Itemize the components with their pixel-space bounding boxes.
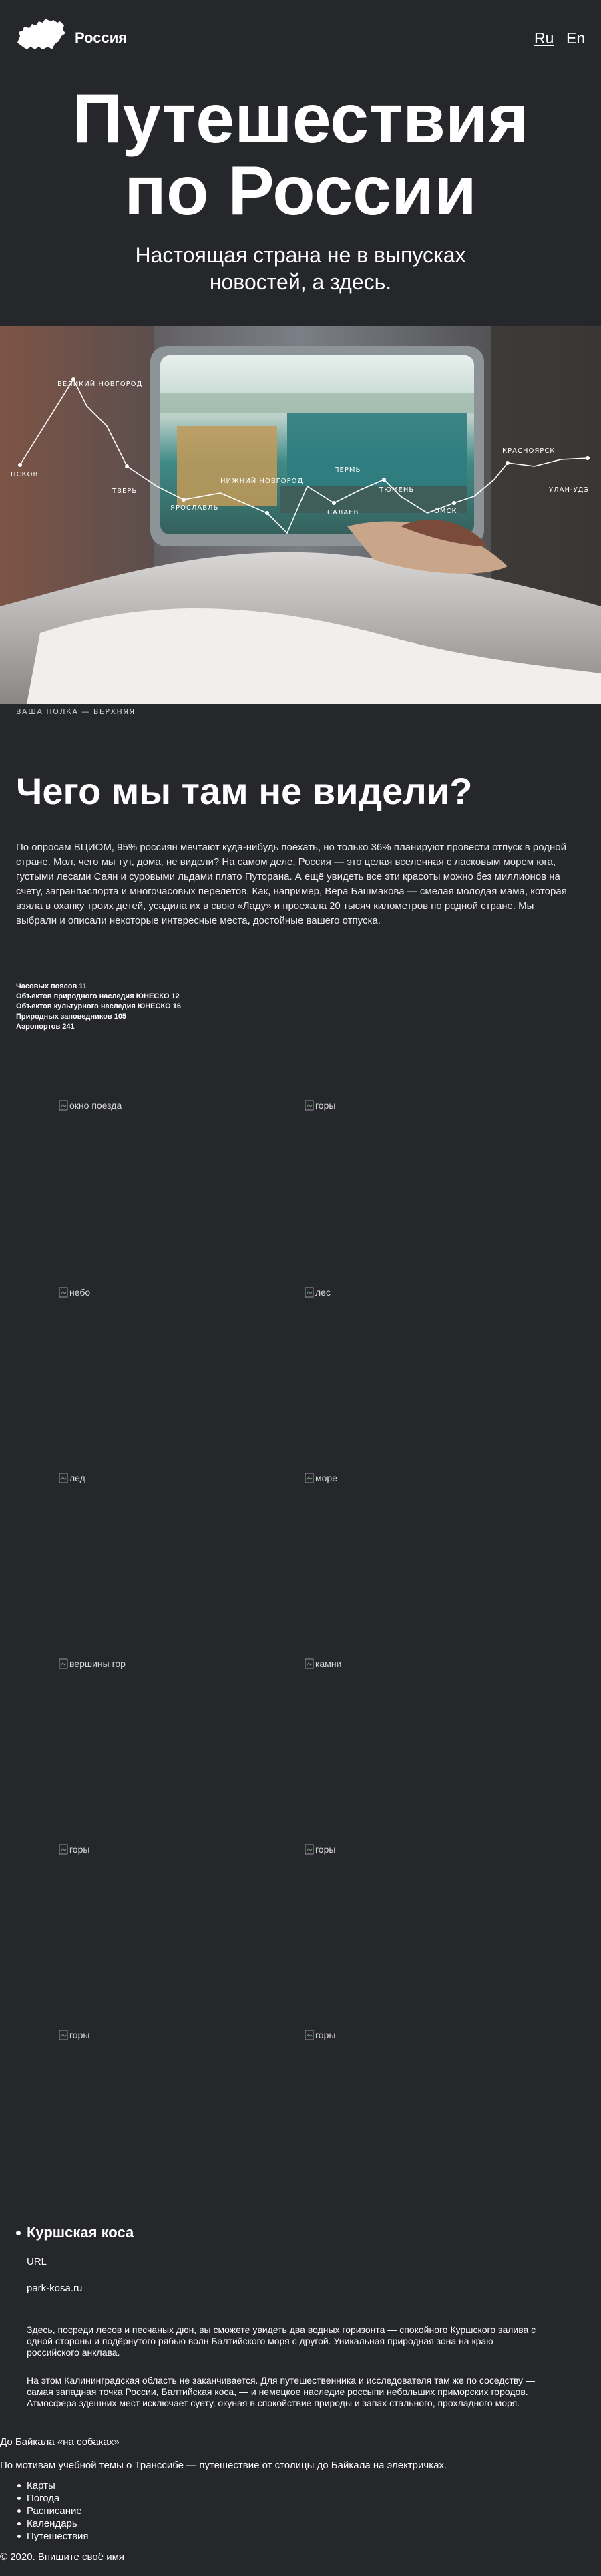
broken-image-icon (305, 1658, 314, 1669)
hero-title-line1: Путешествия (72, 80, 529, 158)
nav-item-travel[interactable]: Путешествия (17, 2530, 89, 2543)
broken-image-icon (59, 1100, 68, 1111)
broken-image-icon (305, 1100, 314, 1111)
broken-image-icon (305, 1473, 314, 1483)
route-label-9: КРАСНОЯРСК (502, 447, 555, 455)
gallery-image[interactable]: море (305, 1468, 505, 1488)
baikal-link[interactable]: До Байкала «на собаках» (0, 2436, 120, 2448)
place-url-link[interactable]: park-kosa.ru (27, 2283, 82, 2294)
gallery-image[interactable]: горы (305, 2025, 505, 2045)
section-title: Чего мы там не видели? (16, 770, 473, 812)
nav-item-weather[interactable]: Погода (17, 2492, 89, 2505)
route-label-6: САЛАЕВ (327, 509, 359, 516)
route-label-0: ПСКОВ (11, 471, 38, 478)
broken-image-icon (59, 1658, 68, 1669)
route-label-2: ТВЕРЬ (112, 488, 137, 495)
gallery-image[interactable]: горы (305, 1095, 505, 1115)
cover-caption: ВАША ПОЛКА — ВЕРХНЯЯ (16, 707, 136, 716)
place-description: Здесь, посреди лесов и песчаных дюн, вы … (27, 2324, 536, 2358)
place-title: Куршская коса (27, 2224, 134, 2241)
route-label-7: ТЮМЕНЬ (379, 486, 414, 494)
place-description-2: На этом Калининградская область не закан… (27, 2375, 535, 2408)
stat-item: Природных заповедников 105 (16, 1013, 127, 1021)
cover-image: ПСКОВ ВЕЛИКИЙ НОВГОРОД ТВЕРЬ ЯРОСЛАВЛЬ Н… (0, 326, 601, 704)
gallery-image[interactable]: горы (305, 1839, 505, 1859)
hero-title: Путешествия по России (0, 83, 601, 227)
route-label-3: ЯРОСЛАВЛЬ (170, 504, 218, 512)
nav-item-maps[interactable]: Карты (17, 2479, 89, 2492)
gallery-image[interactable]: горы (59, 1839, 259, 1859)
route-label-1: ВЕЛИКИЙ НОВГОРОД (57, 379, 142, 388)
gallery-image[interactable]: вершины гор (59, 1654, 259, 1674)
footer-copyright: © 2020. Впишите своё имя (0, 2551, 125, 2563)
stat-item: Объектов природного наследия ЮНЕСКО 12 (16, 992, 180, 1000)
route-label-10: УЛАН-УДЭ (549, 486, 589, 494)
gallery-image[interactable]: лес (305, 1282, 505, 1302)
route-label-5: ПЕРМЬ (334, 466, 361, 474)
nav-item-calendar[interactable]: Календарь (17, 2517, 89, 2530)
gallery-image[interactable]: небо (59, 1282, 259, 1302)
route-label-4: НИЖНИЙ НОВГОРОД (220, 476, 303, 485)
intro-paragraph: По опросам ВЦИОМ, 95% россиян мечтают ку… (16, 842, 567, 926)
hero-title-line2: по России (124, 152, 477, 230)
broken-image-icon (59, 2030, 68, 2040)
broken-image-icon (59, 1287, 68, 1298)
hero-subtitle: Настоящая страна не в выпусках новостей,… (135, 243, 466, 294)
place-url-label: URL (27, 2256, 47, 2267)
gallery-image[interactable]: лед (59, 1468, 259, 1488)
stat-item: Аэропортов 241 (16, 1023, 75, 1031)
stat-item: Часовых поясов 11 (16, 982, 87, 990)
broken-image-icon (305, 1287, 314, 1298)
footer-nav: Карты Погода Расписание Календарь Путеше… (17, 2479, 89, 2543)
site-header: Россия Ru En (0, 0, 601, 80)
lang-en-link[interactable]: En (566, 29, 585, 47)
gallery-image[interactable]: горы (59, 2025, 259, 2045)
nav-item-schedule[interactable]: Расписание (17, 2505, 89, 2517)
gallery-image[interactable]: окно поезда (59, 1095, 259, 1115)
russia-map-logo[interactable] (16, 16, 67, 55)
project-note: По мотивам учебной темы о Транссибе — пу… (0, 2460, 447, 2471)
broken-image-icon (305, 2030, 314, 2040)
broken-image-icon (59, 1473, 68, 1483)
stats-list: Часовых поясов 11 Объектов природного на… (16, 982, 350, 1032)
list-bullet (16, 2231, 21, 2235)
route-label-8: ОМСК (434, 508, 457, 515)
broken-image-icon (59, 1844, 68, 1855)
lang-ru-link[interactable]: Ru (534, 29, 554, 47)
stat-item: Объектов культурного наследия ЮНЕСКО 16 (16, 1002, 182, 1010)
site-title: Россия (75, 29, 128, 46)
gallery-image[interactable]: камни (305, 1654, 505, 1674)
broken-image-icon (305, 1844, 314, 1855)
place-entry: Куршская коса URL park-kosa.ru Здесь, по… (16, 2224, 574, 2408)
